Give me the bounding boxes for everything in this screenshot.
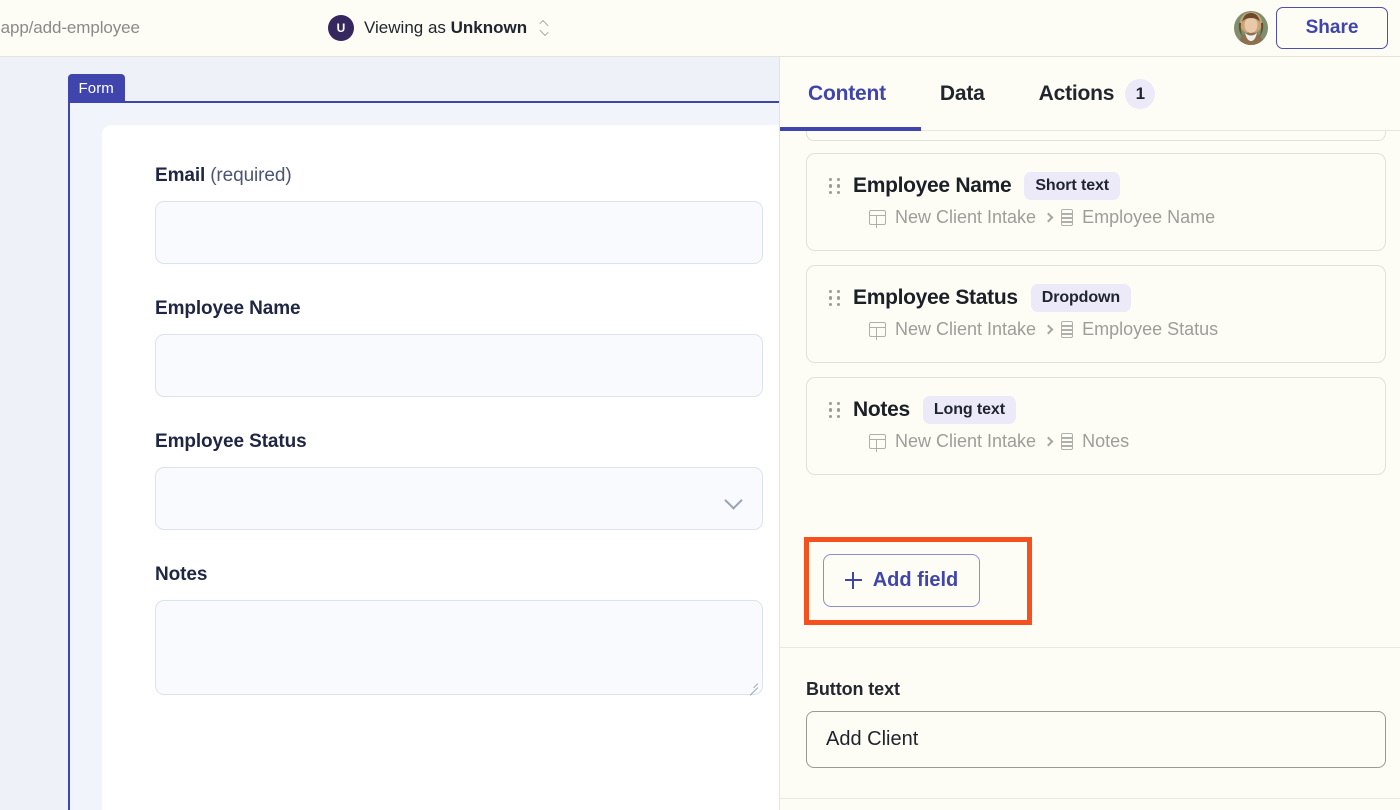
button-text-label: Button text [806, 679, 900, 699]
tab-data[interactable]: Data [914, 57, 1013, 131]
column-icon [1061, 321, 1074, 338]
field-card-header: Employee Status Dropdown [829, 284, 1132, 312]
field-source-breadcrumb: New Client Intake Notes [869, 431, 1129, 452]
form-field-notes-label: Notes [155, 564, 208, 585]
drag-handle-icon[interactable] [829, 177, 840, 195]
drag-handle-icon[interactable] [829, 401, 840, 419]
column-icon [1061, 209, 1074, 226]
add-field-button[interactable]: Add field [823, 554, 980, 607]
chevron-right-icon [1043, 212, 1054, 223]
share-button[interactable]: Share [1276, 7, 1388, 49]
field-source-breadcrumb: New Client Intake Employee Name [869, 207, 1215, 228]
form-card: Email (required) Employee Name Employee S… [102, 125, 779, 810]
field-card-employee-status[interactable]: Employee Status Dropdown New Client Inta… [806, 265, 1386, 363]
form-widget[interactable]: Form Email (required) Employee Name Emplo… [67, 74, 779, 810]
chevron-down-icon [724, 491, 743, 510]
source-table-label: New Client Intake [895, 207, 1037, 227]
field-card-title: Employee Status [853, 286, 1018, 309]
button-text-input[interactable]: Add Client [806, 711, 1386, 768]
field-card-header: Employee Name Short text [829, 172, 1121, 200]
form-field-email-required-note: (required) [210, 165, 292, 186]
section-divider [780, 647, 1400, 649]
chevron-up-down-icon[interactable] [537, 19, 551, 37]
employee-status-select[interactable] [155, 467, 763, 530]
url-text: .app/add-employee [0, 18, 140, 37]
avatar-photo [1234, 11, 1268, 45]
tab-actions-label: Actions [1038, 82, 1115, 105]
source-table-label: New Client Intake [895, 319, 1037, 339]
field-type-badge: Dropdown [1030, 284, 1132, 312]
inspector-content: Employee Name Short text New Client Inta… [780, 131, 1400, 810]
field-type-badge: Short text [1024, 172, 1121, 200]
form-field-employee-name: Employee Name [155, 298, 779, 397]
field-card-title: Employee Name [853, 174, 1012, 197]
inspector-panel: Content Data Actions 1 Employee Name Sho… [779, 57, 1400, 810]
employee-name-input[interactable] [155, 334, 763, 397]
field-card-clipped[interactable] [806, 131, 1386, 141]
source-table-label: New Client Intake [895, 431, 1037, 451]
field-card-title: Notes [853, 398, 910, 421]
viewing-as-avatar: U [328, 15, 354, 41]
resize-grip-icon[interactable] [746, 678, 759, 696]
column-icon [1061, 433, 1074, 450]
section-divider [780, 798, 1400, 800]
form-field-email-label: Email (required) [155, 165, 779, 187]
tab-actions-badge: 1 [1125, 79, 1156, 109]
chevron-right-icon [1043, 436, 1054, 447]
form-canvas: Form Email (required) Employee Name Emplo… [0, 57, 779, 810]
table-icon [869, 210, 886, 228]
source-column-label: Employee Status [1082, 319, 1219, 339]
viewing-as-prefix: Viewing as [364, 18, 451, 37]
inspector-tabs: Content Data Actions 1 [780, 57, 1400, 131]
field-card-header: Notes Long text [829, 396, 1016, 424]
form-field-employee-status: Employee Status [155, 431, 779, 530]
source-column-label: Notes [1082, 431, 1130, 451]
form-field-email-label-text: Email [155, 165, 206, 186]
chevron-right-icon [1043, 324, 1054, 335]
chevron-down-icon [539, 26, 549, 37]
form-widget-tag: Form [67, 74, 125, 103]
avatar[interactable] [1234, 11, 1268, 45]
form-field-email: Email (required) [155, 165, 779, 264]
source-column-label: Employee Name [1082, 207, 1216, 227]
viewing-as-selector[interactable]: U Viewing as Unknown [328, 15, 551, 41]
drag-handle-icon[interactable] [829, 289, 840, 307]
form-field-employee-status-label: Employee Status [155, 431, 307, 452]
add-field-label: Add field [872, 569, 959, 591]
notes-textarea[interactable] [155, 600, 763, 696]
field-card-notes[interactable]: Notes Long text New Client Intake Notes [806, 377, 1386, 475]
table-icon [869, 322, 886, 340]
field-type-badge: Long text [922, 396, 1016, 424]
field-source-breadcrumb: New Client Intake Employee Status [869, 319, 1218, 340]
field-card-employee-name[interactable]: Employee Name Short text New Client Inta… [806, 153, 1386, 251]
form-field-employee-name-label: Employee Name [155, 298, 301, 319]
tab-content[interactable]: Content [808, 57, 914, 131]
top-bar: .app/add-employee U Viewing as Unknown S… [0, 0, 1400, 57]
table-icon [869, 434, 886, 452]
form-field-notes: Notes [155, 564, 779, 696]
viewing-as-user: Unknown [450, 18, 528, 37]
tab-data-label: Data [939, 82, 985, 105]
email-input[interactable] [155, 201, 763, 264]
tab-content-label: Content [808, 82, 886, 105]
plus-icon [844, 572, 862, 589]
viewing-as-label: Viewing as Unknown [364, 18, 527, 38]
tab-actions[interactable]: Actions 1 [1013, 57, 1184, 131]
